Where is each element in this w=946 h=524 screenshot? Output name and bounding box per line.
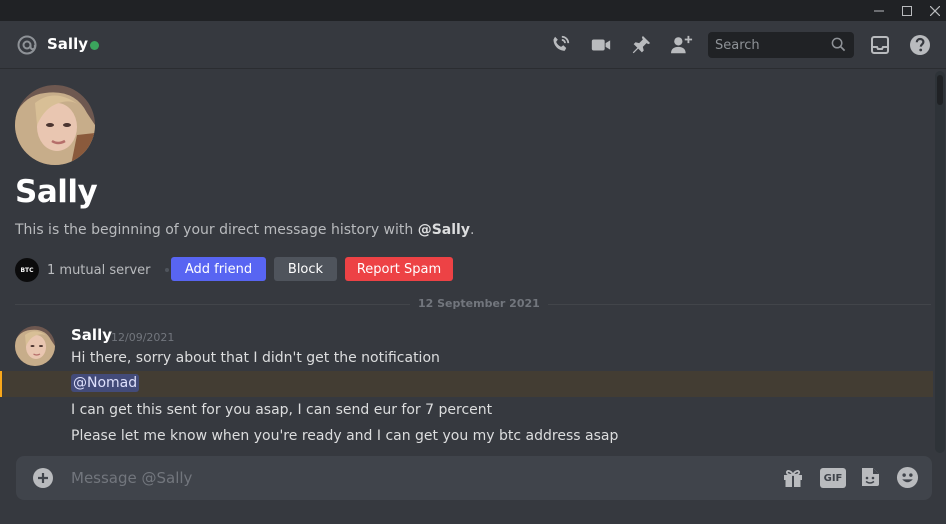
dm-intro-text: This is the beginning of your direct mes…: [15, 222, 474, 238]
separator-dot: [164, 268, 169, 272]
message-line: Please let me know when you're ready and…: [71, 428, 619, 444]
message-avatar[interactable]: [15, 326, 55, 366]
search-box[interactable]: [708, 32, 854, 58]
message-input[interactable]: [71, 456, 711, 500]
search-input[interactable]: [708, 32, 828, 58]
mention-highlight-row: @Nomad: [0, 371, 933, 397]
at-icon: [15, 33, 39, 57]
message-author[interactable]: Sally: [71, 326, 112, 344]
inbox-icon[interactable]: [868, 33, 892, 57]
mutual-servers-label: 1 mutual server: [47, 262, 151, 278]
close-icon[interactable]: [921, 0, 946, 21]
intro-suffix: .: [469, 222, 475, 238]
report-spam-button[interactable]: Report Spam: [345, 257, 453, 281]
sticker-icon[interactable]: [859, 466, 881, 492]
intro-prefix: This is the beginning of your direct mes…: [15, 222, 418, 238]
date-divider-label: 12 September 2021: [410, 297, 548, 310]
maximize-icon[interactable]: [893, 0, 921, 21]
profile-name: Sally: [15, 174, 98, 210]
scrollbar-thumb[interactable]: [937, 75, 943, 105]
online-status-badge: [90, 41, 99, 50]
plus-circle-icon[interactable]: [33, 468, 53, 492]
gif-icon[interactable]: GIF: [820, 468, 846, 488]
message-line: Hi there, sorry about that I didn't get …: [71, 350, 440, 366]
message-timestamp: 12/09/2021: [111, 331, 175, 344]
header-title: Sally: [47, 35, 88, 53]
add-friend-icon[interactable]: [669, 33, 695, 57]
intro-handle: @Sally: [417, 222, 470, 238]
scrollbar[interactable]: [935, 71, 945, 453]
channel-header: Sally: [0, 21, 946, 69]
minimize-icon[interactable]: [865, 0, 893, 21]
emoji-icon[interactable]: [896, 466, 919, 493]
search-icon: [831, 37, 846, 56]
pin-icon[interactable]: [629, 33, 653, 57]
mention-indicator: [0, 371, 2, 397]
profile-avatar: [15, 85, 95, 165]
user-mention[interactable]: @Nomad: [71, 374, 140, 392]
block-button[interactable]: Block: [274, 257, 337, 281]
gift-icon[interactable]: [782, 467, 804, 493]
window-titlebar: [0, 0, 946, 21]
video-call-icon[interactable]: [589, 33, 613, 57]
message-line: I can get this sent for you asap, I can …: [71, 402, 493, 418]
voice-call-icon[interactable]: [548, 33, 572, 57]
message-composer: GIF: [16, 456, 932, 500]
mutual-servers[interactable]: BTC 1 mutual server: [15, 258, 169, 282]
server-icon: BTC: [15, 258, 39, 282]
help-icon[interactable]: [908, 33, 932, 57]
message-list[interactable]: Sally This is the beginning of your dire…: [0, 70, 946, 454]
add-friend-button[interactable]: Add friend: [171, 257, 266, 281]
